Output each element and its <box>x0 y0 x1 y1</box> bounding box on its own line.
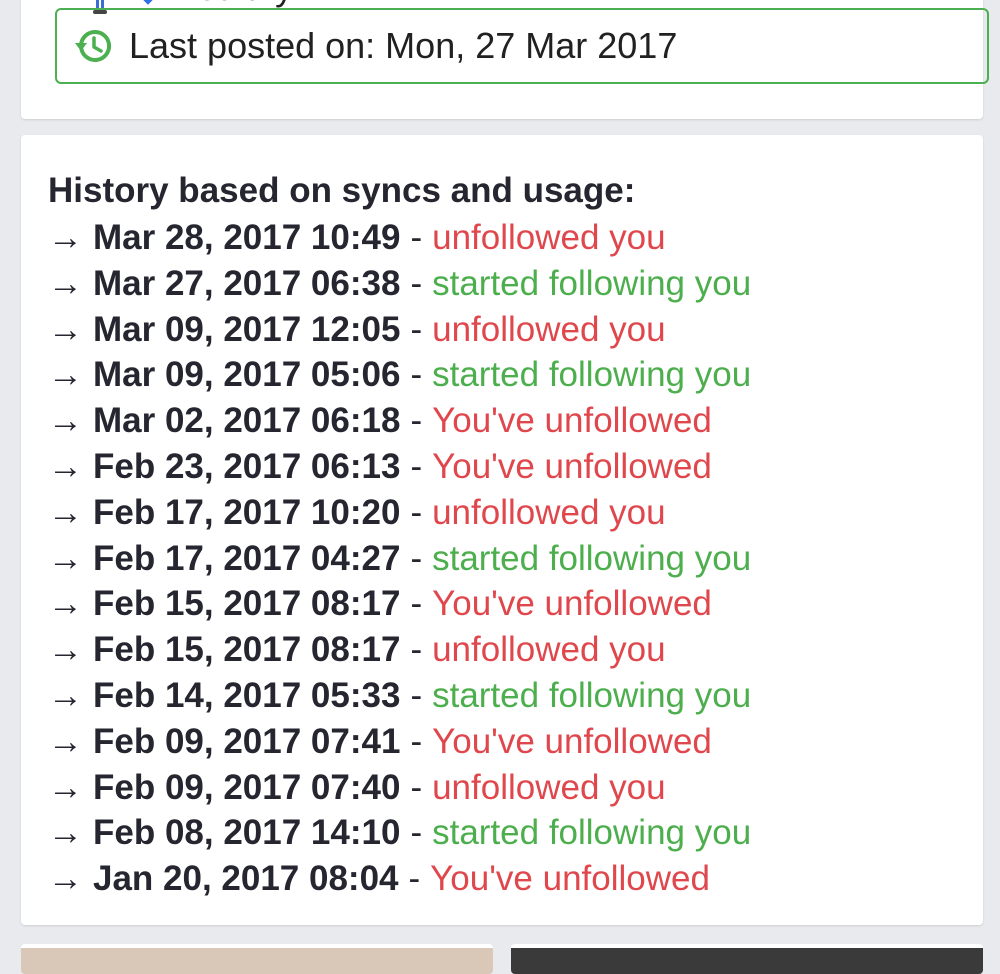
arrow-icon: → <box>48 538 83 578</box>
history-date: Mar 27, 2017 06:38 <box>93 263 401 303</box>
history-action: You've unfollowed <box>430 859 710 899</box>
history-item: → Feb 08, 2017 14:10- started following yo… <box>48 812 751 858</box>
history-date: Feb 17, 2017 10:20 <box>93 492 401 532</box>
history-date: Feb 23, 2017 06:13 <box>93 446 401 486</box>
bottom-card-left[interactable] <box>21 944 493 974</box>
arrow-icon: → <box>48 813 83 853</box>
history-action: You've unfollowed <box>432 446 712 486</box>
arrow-icon: → <box>48 675 83 715</box>
history-card: History based on syncs and usage: → Mar 2… <box>21 135 983 925</box>
arrow-icon: → <box>48 767 83 807</box>
history-item: → Mar 27, 2017 06:38- started following yo… <box>48 263 751 309</box>
history-item: → Feb 09, 2017 07:41- You've unfollowed <box>48 721 751 767</box>
arrow-icon: → <box>48 263 83 303</box>
history-item: → Jan 20, 2017 08:04- You've unfollowed <box>48 858 751 904</box>
separator: - <box>408 859 421 899</box>
history-item: → Feb 15, 2017 08:17- unfollowed you <box>48 629 751 675</box>
history-date: Feb 14, 2017 05:33 <box>93 675 401 715</box>
history-date: Feb 09, 2017 07:40 <box>93 767 401 807</box>
history-action: started following you <box>432 263 752 303</box>
history-action: unfollowed you <box>432 492 666 532</box>
history-action: You've unfollowed <box>432 721 712 761</box>
separator: - <box>410 813 423 853</box>
history-list: → Mar 28, 2017 10:49- unfollowed you → Mar 2… <box>48 217 751 904</box>
history-item: → Feb 17, 2017 10:20- unfollowed you <box>48 492 751 538</box>
arrow-icon: → <box>48 492 83 532</box>
history-action: started following you <box>432 675 752 715</box>
history-item: → Feb 09, 2017 07:40- unfollowed you <box>48 767 751 813</box>
arrow-icon: → <box>48 355 83 395</box>
history-date: Mar 28, 2017 10:49 <box>93 218 401 257</box>
history-item: → Feb 15, 2017 08:17- You've unfollowed <box>48 583 751 629</box>
blue-diamond-icon <box>135 0 161 5</box>
arrow-icon: → <box>48 859 83 899</box>
separator: - <box>410 492 423 532</box>
separator: - <box>410 309 423 349</box>
separator: - <box>410 767 423 807</box>
separator: - <box>410 721 423 761</box>
history-item: → Mar 28, 2017 10:49- unfollowed you <box>48 217 751 263</box>
arrow-icon: → <box>48 309 83 349</box>
history-item: → Feb 14, 2017 05:33- started following yo… <box>48 675 751 721</box>
history-icon <box>75 29 112 62</box>
last-posted-text: Last posted on: Mon, 27 Mar 2017 <box>129 25 678 66</box>
separator: - <box>410 675 423 715</box>
arrow-icon: → <box>48 584 83 624</box>
history-action: started following you <box>432 355 752 395</box>
separator: - <box>410 263 423 303</box>
history-item: → Mar 09, 2017 12:05- unfollowed you <box>48 309 751 355</box>
bottom-card-right[interactable] <box>511 944 983 974</box>
history-action: started following you <box>432 813 752 853</box>
history-item: → Feb 17, 2017 04:27- started following yo… <box>48 538 751 584</box>
arrow-icon: → <box>48 446 83 486</box>
history-action: unfollowed you <box>432 218 666 257</box>
history-date: Feb 15, 2017 08:17 <box>93 584 401 624</box>
history-action: unfollowed you <box>432 309 666 349</box>
history-action: started following you <box>432 538 752 578</box>
history-item: → Mar 09, 2017 05:06- started following yo… <box>48 354 751 400</box>
history-action: You've unfollowed <box>432 401 712 441</box>
arrow-icon: → <box>48 721 83 761</box>
separator: - <box>410 630 423 670</box>
history-title: History based on syncs and usage: <box>48 171 636 210</box>
arrow-icon: → <box>48 218 83 257</box>
history-date: Jan 20, 2017 08:04 <box>93 859 399 899</box>
separator: - <box>410 538 423 578</box>
history-date: Mar 02, 2017 06:18 <box>93 401 401 441</box>
history-action: unfollowed you <box>432 630 666 670</box>
last-posted-box: Last posted on: Mon, 27 Mar 2017 <box>55 8 989 84</box>
history-item: → Mar 02, 2017 06:18- You've unfollowed <box>48 400 751 446</box>
separator: - <box>410 401 423 441</box>
history-action: unfollowed you <box>432 767 666 807</box>
history-date: Mar 09, 2017 05:06 <box>93 355 401 395</box>
arrow-icon: → <box>48 401 83 441</box>
arrow-icon: → <box>48 630 83 670</box>
separator: - <box>410 355 423 395</box>
history-item: → Feb 23, 2017 06:13- You've unfollowed <box>48 446 751 492</box>
account-status-card: Healthy Last posted on: Mon, 27 Mar 2017 <box>21 0 989 119</box>
history-action: You've unfollowed <box>432 584 712 624</box>
separator: - <box>410 218 423 257</box>
separator: - <box>410 446 423 486</box>
history-date: Feb 15, 2017 08:17 <box>93 630 401 670</box>
history-date: Mar 09, 2017 12:05 <box>93 309 401 349</box>
history-date: Feb 09, 2017 07:41 <box>93 721 401 761</box>
history-date: Feb 08, 2017 14:10 <box>93 813 401 853</box>
separator: - <box>410 584 423 624</box>
history-date: Feb 17, 2017 04:27 <box>93 538 401 578</box>
